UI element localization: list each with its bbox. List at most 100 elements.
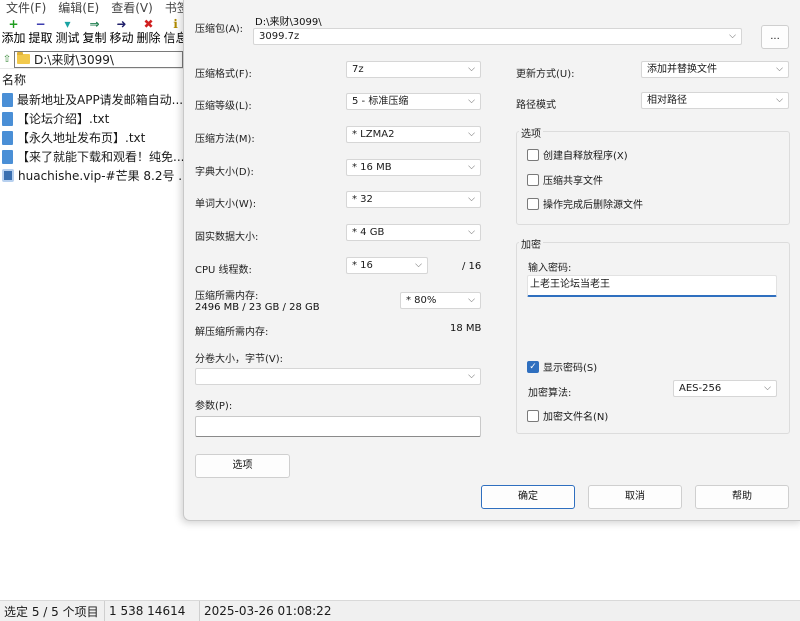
compress-memory-detail: 2496 MB / 23 GB / 28 GB — [195, 302, 320, 313]
chevron-down-icon: ⌵ — [776, 64, 783, 74]
update-mode-value: 添加并替换文件 — [647, 64, 717, 75]
text-file-icon — [2, 92, 13, 107]
menu-bar: 文件(F) 编辑(E) 查看(V) 书签 — [0, 0, 200, 16]
menu-file[interactable]: 文件(F) — [0, 0, 52, 16]
options-group-title: 选项 — [519, 125, 543, 140]
test-button[interactable]: ▾ 测试 — [54, 16, 81, 48]
format-label: 压缩格式(F): — [195, 69, 252, 80]
status-date: 2025-03-26 01:08:22 — [204, 604, 332, 618]
method-combo[interactable]: * LZMA2 ⌵ — [346, 126, 481, 143]
text-file-icon — [2, 130, 13, 145]
encryption-method-value: AES-256 — [679, 383, 722, 394]
memory-usage-combo[interactable]: * 80% ⌵ — [400, 292, 481, 309]
checkbox-checked-icon: ✓ — [527, 360, 539, 373]
archive-label: 压缩包(A): — [195, 24, 244, 35]
cancel-button[interactable]: 取消 — [588, 485, 682, 509]
show-password-checkbox[interactable]: ✓ 显示密码(S) — [527, 359, 597, 374]
add-button[interactable]: + 添加 — [0, 16, 27, 48]
dictionary-value: * 16 MB — [352, 162, 392, 173]
solid-size-value: * 4 GB — [352, 227, 385, 238]
column-header-name[interactable]: 名称 — [0, 72, 26, 88]
toolbar: + 添加 − 提取 ▾ 测试 ⇒ 复制 ➜ 移动 ✖ 删除 ℹ 信息 — [0, 16, 189, 48]
encryption-method-label: 加密算法: — [528, 388, 572, 399]
archive-name-combo[interactable]: 3099.7z ⌵ — [253, 28, 742, 45]
add-icon: + — [8, 17, 19, 31]
test-icon: ▾ — [64, 17, 71, 31]
options-button[interactable]: 选项 — [195, 454, 290, 478]
menu-view[interactable]: 查看(V) — [105, 0, 159, 16]
volume-size-label: 分卷大小，字节(V): — [195, 354, 284, 365]
help-button[interactable]: 帮助 — [695, 485, 789, 509]
chevron-down-icon: ⌵ — [776, 95, 783, 105]
dictionary-label: 字典大小(D): — [195, 167, 254, 178]
text-file-icon — [2, 111, 13, 126]
checkbox-unchecked-icon — [527, 197, 539, 210]
delete-icon: ✖ — [143, 17, 154, 31]
shared-files-label: 压缩共享文件 — [543, 176, 603, 187]
copy-button[interactable]: ⇒ 复制 — [81, 16, 108, 48]
archive-file-icon — [2, 169, 14, 182]
encrypt-names-checkbox[interactable]: 加密文件名(N) — [527, 408, 608, 423]
delete-after-checkbox[interactable]: 操作完成后删除源文件 — [527, 196, 643, 211]
sfx-checkbox[interactable]: 创建自释放程序(X) — [527, 147, 628, 162]
solid-size-combo[interactable]: * 4 GB ⌵ — [346, 224, 481, 241]
compress-memory-label: 压缩所需内存: — [195, 291, 259, 302]
move-label: 移动 — [109, 31, 134, 45]
word-size-combo[interactable]: * 32 ⌵ — [346, 191, 481, 208]
chevron-down-icon: ⌵ — [468, 295, 475, 305]
threads-combo[interactable]: * 16 ⌵ — [346, 257, 428, 274]
threads-value: * 16 — [352, 260, 373, 271]
file-name: 【永久地址发布页】.txt — [17, 131, 146, 145]
sfx-label: 创建自释放程序(X) — [543, 151, 628, 162]
threads-label: CPU 线程数: — [195, 265, 252, 276]
password-input[interactable]: 上老王论坛当老王 — [527, 275, 777, 297]
shared-files-checkbox[interactable]: 压缩共享文件 — [527, 172, 603, 187]
chevron-down-icon: ⌵ — [468, 96, 475, 106]
file-name: 最新地址及APP请发邮箱自动... — [17, 93, 183, 107]
encryption-group-title: 加密 — [519, 236, 543, 251]
checkbox-unchecked-icon — [527, 173, 539, 186]
encryption-method-combo[interactable]: AES-256 ⌵ — [673, 380, 777, 397]
level-value: 5 - 标准压缩 — [352, 96, 409, 107]
copy-label: 复制 — [82, 31, 107, 45]
delete-button[interactable]: ✖ 删除 — [135, 16, 162, 48]
encrypt-names-label: 加密文件名(N) — [543, 412, 609, 423]
method-label: 压缩方法(M): — [195, 134, 255, 145]
chevron-down-icon: ⌵ — [468, 129, 475, 139]
menu-edit[interactable]: 编辑(E) — [52, 0, 105, 16]
format-combo[interactable]: 7z ⌵ — [346, 61, 481, 78]
dictionary-combo[interactable]: * 16 MB ⌵ — [346, 159, 481, 176]
chevron-down-icon: ⌵ — [468, 371, 475, 381]
threads-max: / 16 — [462, 261, 482, 272]
up-folder-icon[interactable]: ⇧ — [0, 54, 14, 65]
address-input[interactable]: D:\来财\3099\ — [14, 50, 183, 68]
archive-name-value: 3099.7z — [259, 31, 300, 42]
memory-usage-value: * 80% — [406, 295, 437, 306]
address-text: D:\来财\3099\ — [34, 52, 114, 67]
archive-path: D:\来财\3099\ — [255, 17, 322, 28]
list-item[interactable]: 最新地址及APP请发邮箱自动... — [0, 90, 183, 109]
parameters-input[interactable] — [195, 416, 481, 437]
volume-size-combo[interactable]: ⌵ — [195, 368, 481, 385]
level-combo[interactable]: 5 - 标准压缩 ⌵ — [346, 93, 481, 110]
ok-button[interactable]: 确定 — [481, 485, 575, 509]
update-mode-combo[interactable]: 添加并替换文件 ⌵ — [641, 61, 789, 78]
info-icon: ℹ — [173, 17, 178, 31]
update-mode-label: 更新方式(U): — [516, 69, 575, 80]
chevron-down-icon: ⌵ — [729, 31, 736, 41]
chevron-down-icon: ⌵ — [764, 383, 771, 393]
decompress-memory-label: 解压缩所需内存: — [195, 327, 269, 338]
list-item[interactable]: 【永久地址发布页】.txt — [0, 128, 183, 147]
file-name: 【来了就能下载和观看！纯免... — [17, 150, 183, 164]
decompress-memory-value: 18 MB — [450, 323, 482, 334]
level-label: 压缩等级(L): — [195, 101, 252, 112]
chevron-down-icon: ⌵ — [468, 64, 475, 74]
list-item[interactable]: 【来了就能下载和观看！纯免... — [0, 147, 183, 166]
browse-button[interactable]: ... — [761, 25, 789, 49]
list-item[interactable]: 【论坛介绍】.txt — [0, 109, 183, 128]
list-item[interactable]: huachishe.vip-#芒果 8.2号 ... — [0, 166, 183, 185]
move-button[interactable]: ➜ 移动 — [108, 16, 135, 48]
add-label: 添加 — [1, 31, 26, 45]
path-mode-combo[interactable]: 相对路径 ⌵ — [641, 92, 789, 109]
extract-button[interactable]: − 提取 — [27, 16, 54, 48]
